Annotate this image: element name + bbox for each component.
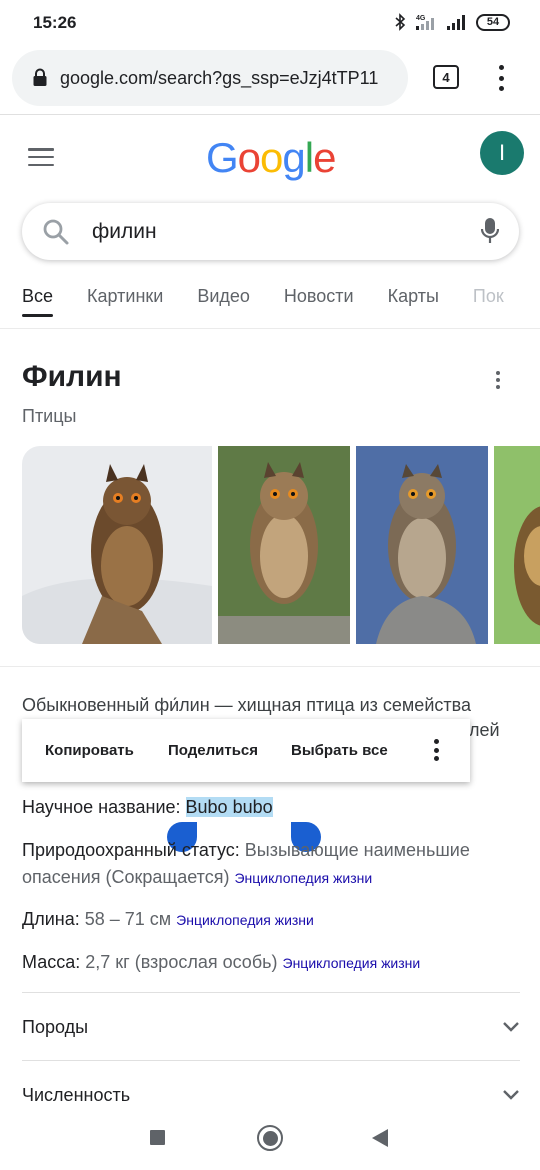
fact-value: Вызывающие наименьшие bbox=[244, 840, 470, 860]
svg-text:4G: 4G bbox=[416, 15, 426, 22]
chevron-down-icon bbox=[503, 1090, 519, 1100]
navigation-bar bbox=[0, 1106, 540, 1170]
battery-icon: 54 bbox=[476, 13, 510, 31]
back-button[interactable] bbox=[372, 1129, 388, 1147]
expand-label: Породы bbox=[22, 1016, 89, 1037]
tab-news[interactable]: Новости bbox=[284, 286, 354, 318]
signal-4g-icon: 4G bbox=[416, 15, 434, 30]
url-text: google.com/search?gs_ssp=eJzj4tTP11 bbox=[60, 67, 379, 88]
fact-value: 58 – 71 см bbox=[84, 909, 172, 929]
source-link[interactable]: Энциклопедия жизни bbox=[234, 870, 372, 886]
row-divider bbox=[22, 1060, 520, 1061]
description-text: Обыкновенный фи́лин — хищная птица из се… bbox=[22, 695, 471, 715]
owl-image-2[interactable] bbox=[218, 446, 350, 644]
source-link[interactable]: Энциклопедия жизни bbox=[176, 912, 314, 928]
address-bar[interactable]: google.com/search?gs_ssp=eJzj4tTP11 bbox=[12, 50, 408, 106]
tabs-divider bbox=[0, 328, 540, 329]
text-selection-menu: Копировать Поделиться Выбрать все bbox=[22, 719, 470, 782]
chevron-down-icon bbox=[503, 1022, 519, 1032]
fact-length: Длина: 58 – 71 см Энциклопедия жизни bbox=[22, 909, 314, 930]
image-carousel[interactable] bbox=[22, 446, 540, 644]
selected-text[interactable]: Bubo bubo bbox=[185, 797, 273, 817]
menu-icon[interactable] bbox=[28, 148, 54, 166]
tab-switcher-button[interactable]: 4 bbox=[433, 65, 459, 89]
copy-button[interactable]: Копировать bbox=[45, 742, 134, 759]
bluetooth-icon bbox=[395, 13, 406, 31]
row-divider bbox=[22, 992, 520, 993]
share-button[interactable]: Поделиться bbox=[168, 742, 258, 759]
fact-label: Природоохранный статус: bbox=[22, 840, 245, 860]
search-icon bbox=[43, 219, 69, 244]
description-text-tail: лей bbox=[469, 720, 500, 740]
select-all-button[interactable]: Выбрать все bbox=[291, 742, 388, 759]
expand-row-breeds[interactable]: Породы bbox=[22, 1007, 520, 1047]
fact-conservation-status: Природоохранный статус: Вызывающие наиме… bbox=[22, 840, 470, 861]
search-input[interactable]: филин bbox=[92, 220, 157, 244]
home-button[interactable] bbox=[257, 1125, 283, 1151]
toolbar-divider bbox=[0, 114, 540, 115]
tab-video[interactable]: Видео bbox=[197, 286, 250, 318]
status-time: 15:26 bbox=[33, 13, 77, 32]
recents-button[interactable] bbox=[150, 1130, 165, 1145]
source-link[interactable]: Энциклопедия жизни bbox=[283, 955, 421, 971]
owl-image-1[interactable] bbox=[22, 446, 212, 644]
fact-label: Масса: bbox=[22, 952, 86, 972]
more-options-icon[interactable] bbox=[496, 371, 502, 389]
fact-mass: Масса: 2,7 кг (взрослая особь) Энциклопе… bbox=[22, 952, 420, 973]
fact-scientific-name: Научное название: Bubo bubo bbox=[22, 797, 273, 818]
fact-label: Научное название: bbox=[22, 797, 186, 817]
tab-all[interactable]: Все bbox=[22, 286, 54, 318]
status-icons: 4G 54 bbox=[394, 13, 510, 31]
google-logo[interactable]: Google bbox=[206, 134, 336, 182]
tab-more[interactable]: Пок bbox=[473, 286, 504, 318]
microphone-icon[interactable] bbox=[481, 217, 499, 245]
knowledge-panel-subtitle: Птицы bbox=[22, 406, 77, 426]
browser-menu-icon[interactable] bbox=[490, 63, 512, 93]
owl-image-3[interactable] bbox=[356, 446, 488, 644]
search-tabs: Все Картинки Видео Новости Карты Пок bbox=[22, 286, 538, 322]
tab-images[interactable]: Картинки bbox=[87, 286, 163, 318]
selection-more-icon[interactable] bbox=[434, 739, 440, 761]
fact-conservation-status-cont: опасения (Сокращается) Энциклопедия жизн… bbox=[22, 867, 372, 888]
browser-toolbar: google.com/search?gs_ssp=eJzj4tTP11 4 bbox=[0, 46, 540, 114]
fact-value: опасения (Сокращается) bbox=[22, 867, 230, 887]
knowledge-panel-title: Филин bbox=[22, 360, 122, 393]
fact-value: 2,7 кг (взрослая особь) bbox=[85, 952, 278, 972]
fact-label: Длина: bbox=[22, 909, 85, 929]
search-box[interactable]: филин bbox=[22, 203, 519, 260]
expand-label: Численность bbox=[22, 1084, 131, 1105]
owl-image-4[interactable] bbox=[494, 446, 540, 644]
account-avatar[interactable]: I bbox=[480, 131, 524, 175]
section-divider bbox=[0, 666, 540, 667]
tab-maps[interactable]: Карты bbox=[388, 286, 439, 318]
status-bar: 15:26 4G 54 bbox=[0, 0, 540, 46]
signal-icon bbox=[447, 15, 465, 30]
lock-icon bbox=[32, 68, 50, 88]
